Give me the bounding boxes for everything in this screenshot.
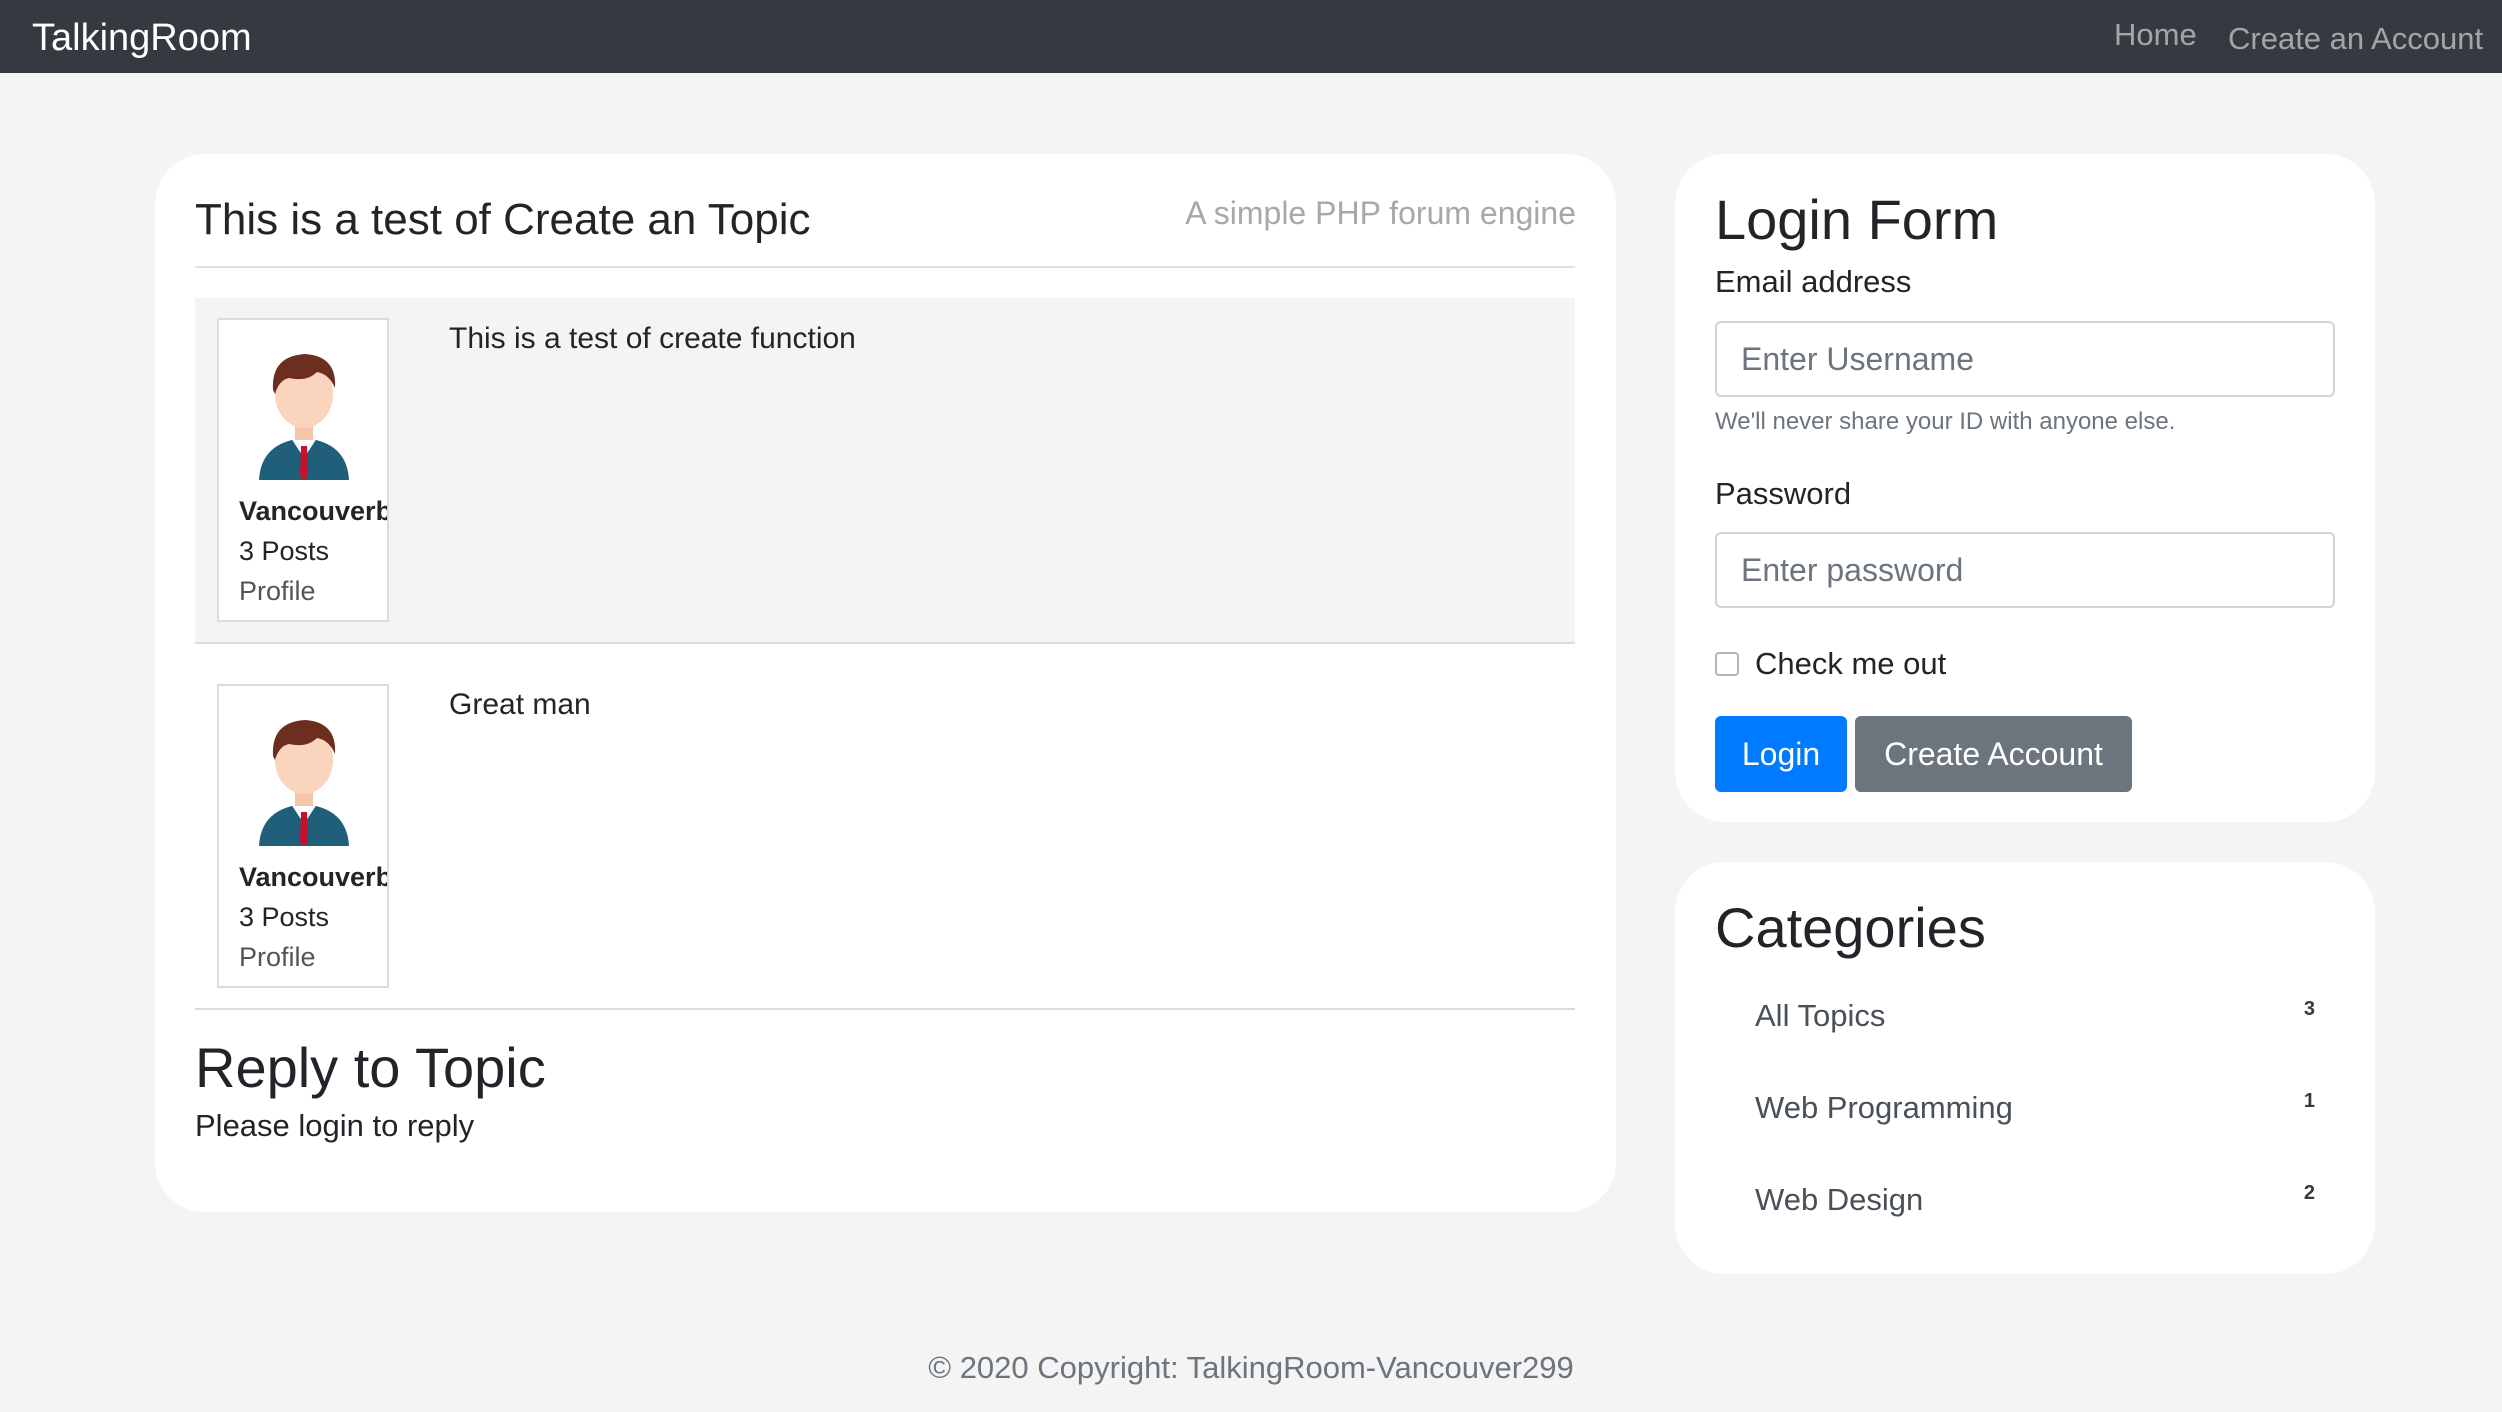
category-item-web-design[interactable]: Web Design 2: [1755, 1176, 2315, 1236]
topic-title: This is a test of Create an Topic: [195, 195, 811, 244]
category-item-web-programming[interactable]: Web Programming 1: [1755, 1084, 2315, 1144]
category-item-all-topics[interactable]: All Topics 3: [1755, 992, 2315, 1052]
category-count-badge: 1: [2303, 1090, 2315, 1112]
category-label[interactable]: All Topics: [1755, 998, 1885, 1034]
categories-card: Categories All Topics 3 Web Programming …: [1675, 862, 2375, 1274]
create-account-button[interactable]: Create Account: [1855, 716, 2132, 792]
post-body: Great man: [449, 688, 591, 721]
site-tagline: A simple PHP forum engine: [1185, 195, 1576, 231]
login-form-card: Login Form Email address We'll never sha…: [1675, 154, 2375, 822]
remember-checkbox-label[interactable]: Check me out: [1755, 646, 1946, 682]
topic-card: This is a test of Create an Topic A simp…: [155, 154, 1616, 1212]
email-label: Email address: [1715, 264, 1912, 299]
email-help-text: We'll never share your ID with anyone el…: [1715, 408, 2176, 435]
remember-checkbox[interactable]: [1715, 652, 1739, 676]
categories-title: Categories: [1715, 896, 1986, 959]
author-card: Vancouverb 3 Posts Profile: [217, 318, 389, 622]
author-name[interactable]: Vancouverb: [239, 496, 387, 527]
reply-login-note: Please login to reply: [195, 1108, 475, 1143]
username-input[interactable]: [1715, 321, 2335, 397]
author-post-count: 3 Posts: [239, 536, 330, 566]
nav-home-link[interactable]: Home: [2114, 17, 2197, 52]
author-card: Vancouverb 3 Posts Profile: [217, 684, 389, 988]
user-avatar-icon: [229, 330, 379, 480]
post-body: This is a test of create function: [449, 322, 856, 355]
reply-title: Reply to Topic: [195, 1036, 546, 1099]
category-label[interactable]: Web Design: [1755, 1182, 1923, 1218]
user-avatar-icon: [229, 696, 379, 846]
post-row: Vancouverb 3 Posts Profile This is a tes…: [195, 298, 1575, 644]
password-label: Password: [1715, 476, 1852, 511]
category-label[interactable]: Web Programming: [1755, 1090, 2013, 1126]
login-button[interactable]: Login: [1715, 716, 1847, 792]
brand-link[interactable]: TalkingRoom: [32, 17, 252, 60]
category-count-badge: 2: [2303, 1182, 2315, 1204]
author-name[interactable]: Vancouverb: [239, 862, 387, 893]
category-count-badge: 3: [2303, 998, 2315, 1020]
footer-copyright: © 2020 Copyright: TalkingRoom-Vancouver2…: [928, 1350, 1574, 1385]
login-form-title: Login Form: [1715, 188, 1999, 251]
divider: [195, 266, 1575, 268]
author-profile-link[interactable]: Profile: [239, 576, 316, 607]
author-post-count: 3 Posts: [239, 902, 330, 932]
author-profile-link[interactable]: Profile: [239, 942, 316, 973]
post-row: Vancouverb 3 Posts Profile Great man: [195, 664, 1575, 1010]
nav-create-account-link[interactable]: Create an Account: [2228, 21, 2483, 56]
navbar: TalkingRoom Home Create an Account: [0, 0, 2502, 73]
password-input[interactable]: [1715, 532, 2335, 608]
